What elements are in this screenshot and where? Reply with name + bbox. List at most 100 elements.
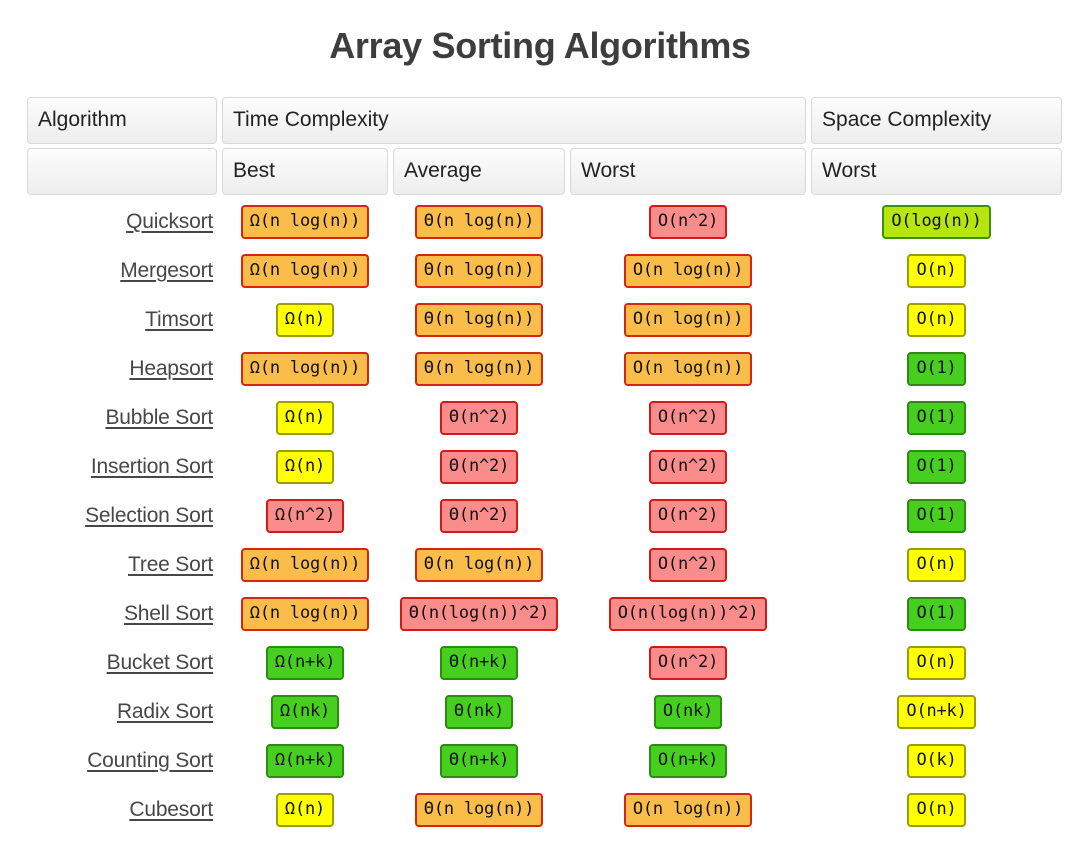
space-complexity-badge: O(n+k) xyxy=(897,694,976,729)
algorithm-cell: Tree Sort xyxy=(27,542,217,587)
worst-complexity-cell: O(n^2) xyxy=(570,199,806,244)
algorithm-link[interactable]: Mergesort xyxy=(120,259,213,282)
worst-complexity-cell: O(nk) xyxy=(570,689,806,734)
space-complexity-badge: O(n) xyxy=(907,547,966,582)
algorithm-cell: Selection Sort xyxy=(27,493,217,538)
header-time-complexity: Time Complexity xyxy=(222,97,807,145)
header-sub-algorithm-blank xyxy=(27,148,217,196)
best-complexity-badge: Ω(n^2) xyxy=(265,498,345,533)
worst-complexity-badge: O(n log(n)) xyxy=(623,792,753,827)
table-row: Insertion Sort Ω(n) Θ(n^2) O(n^2) O(1) xyxy=(27,444,1062,489)
algorithm-link[interactable]: Bucket Sort xyxy=(107,651,214,674)
algorithm-link[interactable]: Shell Sort xyxy=(124,602,213,625)
header-sub-space-worst: Worst xyxy=(811,148,1063,196)
algorithm-link[interactable]: Timsort xyxy=(145,308,213,331)
table-row: Heapsort Ω(n log(n)) Θ(n log(n)) O(n log(n)… xyxy=(27,346,1062,391)
algorithm-cell: Shell Sort xyxy=(27,591,217,636)
algorithm-link[interactable]: Tree Sort xyxy=(128,553,213,576)
space-complexity-cell: O(n+k) xyxy=(811,689,1062,734)
algorithm-cell: Mergesort xyxy=(27,248,217,293)
algorithm-link[interactable]: Selection Sort xyxy=(85,504,213,527)
best-complexity-badge: Ω(n) xyxy=(275,792,335,827)
average-complexity-badge: Θ(n^2) xyxy=(439,400,519,435)
worst-complexity-cell: O(n(log(n))^2) xyxy=(570,591,806,636)
average-complexity-cell: Θ(n(log(n))^2) xyxy=(393,591,565,636)
table-row: Bucket Sort Ω(n+k) Θ(n+k) O(n^2) O(n) xyxy=(27,640,1062,685)
algorithm-cell: Quicksort xyxy=(27,199,217,244)
space-complexity-badge: O(1) xyxy=(907,498,966,533)
average-complexity-cell: Θ(n^2) xyxy=(393,395,565,440)
space-complexity-badge: O(n) xyxy=(907,253,966,288)
average-complexity-cell: Θ(n+k) xyxy=(393,640,565,685)
average-complexity-cell: Θ(n log(n)) xyxy=(393,248,565,293)
algorithm-link[interactable]: Bubble Sort xyxy=(105,406,213,429)
header-sub-worst: Worst xyxy=(570,148,807,196)
average-complexity-badge: Θ(n log(n)) xyxy=(414,351,544,386)
average-complexity-cell: Θ(n log(n)) xyxy=(393,542,565,587)
worst-complexity-cell: O(n log(n)) xyxy=(570,346,806,391)
space-complexity-cell: O(n) xyxy=(811,787,1062,832)
space-complexity-cell: O(n) xyxy=(811,640,1062,685)
worst-complexity-badge: O(n^2) xyxy=(648,498,728,533)
table-row: Radix Sort Ω(nk) Θ(nk) O(nk) O(n+k) xyxy=(27,689,1062,734)
average-complexity-badge: Θ(n log(n)) xyxy=(414,547,544,582)
average-complexity-cell: Θ(n log(n)) xyxy=(393,346,565,391)
worst-complexity-cell: O(n^2) xyxy=(570,640,806,685)
table-body: Quicksort Ω(n log(n)) Θ(n log(n)) O(n^2) O(l… xyxy=(27,199,1062,832)
algorithm-link[interactable]: Quicksort xyxy=(126,210,213,233)
table-container: Algorithm Time Complexity Space Complexi… xyxy=(0,93,1080,836)
best-complexity-cell: Ω(n log(n)) xyxy=(222,591,388,636)
best-complexity-cell: Ω(n+k) xyxy=(222,738,388,783)
space-complexity-cell: O(n) xyxy=(811,248,1062,293)
worst-complexity-badge: O(n(log(n))^2) xyxy=(608,596,768,631)
average-complexity-cell: Θ(n log(n)) xyxy=(393,297,565,342)
average-complexity-badge: Θ(n(log(n))^2) xyxy=(399,596,559,631)
page-root: Array Sorting Algorithms Algorithm Time … xyxy=(0,0,1080,842)
algorithm-link[interactable]: Insertion Sort xyxy=(91,455,213,478)
worst-complexity-cell: O(n^2) xyxy=(570,395,806,440)
average-complexity-cell: Θ(nk) xyxy=(393,689,565,734)
table-row: Selection Sort Ω(n^2) Θ(n^2) O(n^2) O(1) xyxy=(27,493,1062,538)
header-sub-average: Average xyxy=(393,148,565,196)
best-complexity-badge: Ω(n+k) xyxy=(265,645,345,680)
best-complexity-badge: Ω(n log(n)) xyxy=(240,351,370,386)
algorithm-link[interactable]: Radix Sort xyxy=(117,700,213,723)
space-complexity-badge: O(n) xyxy=(907,302,966,337)
space-complexity-badge: O(1) xyxy=(907,449,966,484)
algorithm-cell: Insertion Sort xyxy=(27,444,217,489)
average-complexity-cell: Θ(n log(n)) xyxy=(393,199,565,244)
table-row: Shell Sort Ω(n log(n)) Θ(n(log(n))^2) O(n(l… xyxy=(27,591,1062,636)
best-complexity-badge: Ω(n log(n)) xyxy=(240,596,370,631)
worst-complexity-badge: O(n^2) xyxy=(648,645,728,680)
algorithm-cell: Cubesort xyxy=(27,787,217,832)
average-complexity-cell: Θ(n^2) xyxy=(393,493,565,538)
worst-complexity-badge: O(n^2) xyxy=(648,400,728,435)
header-space-complexity: Space Complexity xyxy=(811,97,1063,145)
average-complexity-badge: Θ(n log(n)) xyxy=(414,204,544,239)
header-row-group: Algorithm Time Complexity Space Complexi… xyxy=(27,97,1063,145)
average-complexity-cell: Θ(n+k) xyxy=(393,738,565,783)
worst-complexity-badge: O(n^2) xyxy=(648,547,728,582)
space-complexity-badge: O(log(n)) xyxy=(882,204,991,239)
best-complexity-badge: Ω(n log(n)) xyxy=(240,253,370,288)
table-row: Tree Sort Ω(n log(n)) Θ(n log(n)) O(n^2) O(n… xyxy=(27,542,1062,587)
best-complexity-cell: Ω(n log(n)) xyxy=(222,346,388,391)
worst-complexity-badge: O(n log(n)) xyxy=(623,253,753,288)
sorting-algorithms-table: Algorithm Time Complexity Space Complexi… xyxy=(22,93,1067,836)
worst-complexity-cell: O(n^2) xyxy=(570,542,806,587)
average-complexity-badge: Θ(n+k) xyxy=(439,743,519,778)
table-row: Mergesort Ω(n log(n)) Θ(n log(n)) O(n log(n… xyxy=(27,248,1062,293)
worst-complexity-badge: O(n log(n)) xyxy=(623,351,753,386)
average-complexity-badge: Θ(nk) xyxy=(444,694,514,729)
algorithm-link[interactable]: Counting Sort xyxy=(87,749,213,772)
average-complexity-cell: Θ(n^2) xyxy=(393,444,565,489)
space-complexity-cell: O(1) xyxy=(811,395,1062,440)
algorithm-link[interactable]: Heapsort xyxy=(129,357,213,380)
best-complexity-cell: Ω(n+k) xyxy=(222,640,388,685)
table-row: Counting Sort Ω(n+k) Θ(n+k) O(n+k) O(k) xyxy=(27,738,1062,783)
best-complexity-badge: Ω(n) xyxy=(275,449,335,484)
algorithm-link[interactable]: Cubesort xyxy=(129,798,213,821)
best-complexity-badge: Ω(nk) xyxy=(270,694,340,729)
table-row: Cubesort Ω(n) Θ(n log(n)) O(n log(n)) O(n) xyxy=(27,787,1062,832)
space-complexity-badge: O(n) xyxy=(907,645,966,680)
